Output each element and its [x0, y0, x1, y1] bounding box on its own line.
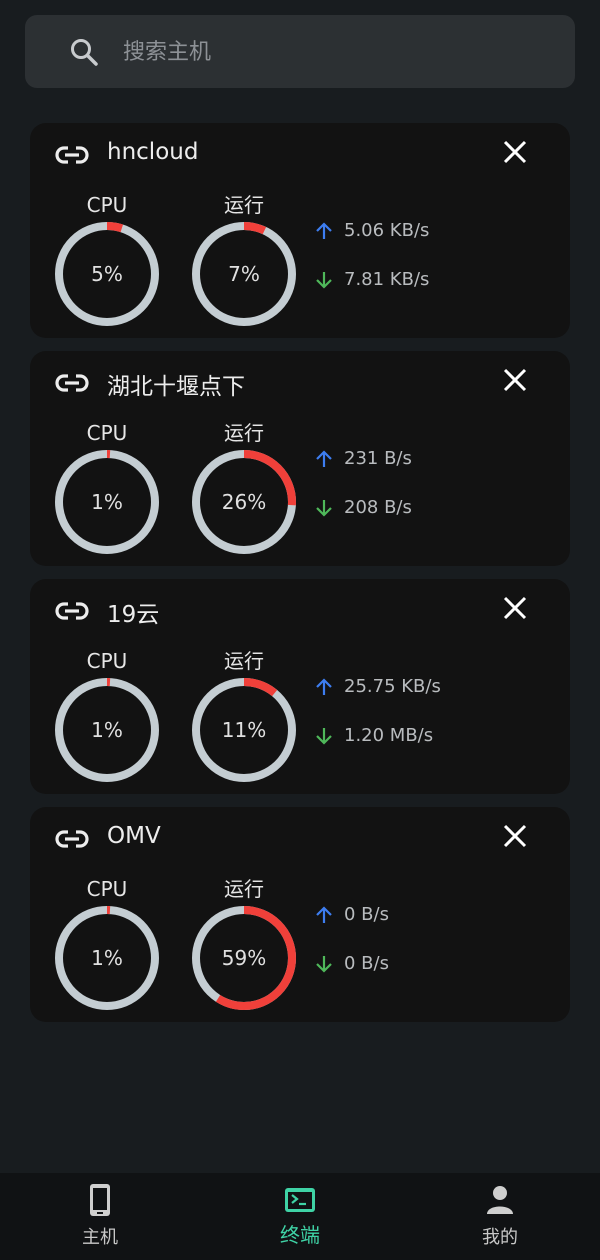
cpu-gauge: CPU 1% — [52, 647, 162, 785]
host-card[interactable]: hncloud CPU 5% 运行 7% 5.06 KB/s 7.81 KB/s — [30, 123, 570, 338]
run-gauge: 运行 11% — [189, 647, 299, 785]
cpu-ring-wrap: 1% — [52, 675, 162, 785]
nav-tab-label: 终端 — [280, 1223, 320, 1247]
cpu-gauge: CPU 5% — [52, 191, 162, 329]
host-name: 湖北十堰点下 — [107, 374, 245, 400]
arrow-up-icon — [314, 221, 334, 241]
run-gauge: 运行 26% — [189, 419, 299, 557]
search-icon — [69, 37, 99, 67]
run-percent: 11% — [221, 718, 267, 742]
cpu-percent: 1% — [91, 718, 123, 742]
run-percent: 59% — [221, 946, 267, 970]
host-card[interactable]: OMV CPU 1% 运行 59% 0 B/s 0 B/s — [30, 807, 570, 1022]
run-ring-wrap: 59% — [189, 903, 299, 1013]
cpu-percent: 1% — [91, 946, 123, 970]
run-gauge: 运行 59% — [189, 875, 299, 1013]
phone-icon — [84, 1183, 116, 1217]
cpu-gauge: CPU 1% — [52, 419, 162, 557]
upload-value: 25.75 KB/s — [344, 676, 441, 697]
close-icon — [503, 140, 527, 164]
arrow-down-icon — [314, 270, 334, 290]
run-ring-wrap: 11% — [189, 675, 299, 785]
nav-tab-label: 主机 — [82, 1227, 118, 1248]
cpu-label: CPU — [86, 193, 128, 217]
download-value: 208 B/s — [344, 497, 412, 518]
close-icon — [503, 824, 527, 848]
cpu-ring-wrap: 5% — [52, 219, 162, 329]
run-label: 运行 — [224, 649, 264, 673]
cpu-percent: 1% — [91, 490, 123, 514]
run-percent: 7% — [228, 262, 260, 286]
search-bar[interactable] — [25, 15, 575, 88]
run-gauge: 运行 7% — [189, 191, 299, 329]
host-card[interactable]: 湖北十堰点下 CPU 1% 运行 26% 231 B/s 208 B/s — [30, 351, 570, 566]
link-icon — [55, 828, 89, 850]
nav-tab-label: 我的 — [482, 1227, 518, 1248]
app-screen: hncloud CPU 5% 运行 7% 5.06 KB/s 7.81 KB/s 湖北十堰点下… — [0, 0, 600, 1260]
remove-host-button[interactable] — [500, 593, 530, 623]
nav-tab-mine[interactable]: 我的 — [400, 1173, 600, 1260]
cpu-gauge: CPU 1% — [52, 875, 162, 1013]
run-label: 运行 — [224, 877, 264, 901]
arrow-down-icon — [314, 498, 334, 518]
arrow-up-icon — [314, 905, 334, 925]
host-name: 19云 — [107, 602, 160, 628]
cpu-ring-wrap: 1% — [52, 447, 162, 557]
cpu-label: CPU — [86, 877, 128, 901]
person-icon — [484, 1183, 516, 1217]
cpu-label: CPU — [86, 649, 128, 673]
bottom-navigation: 主机 终端 我的 — [0, 1173, 600, 1260]
arrow-up-icon — [314, 449, 334, 469]
cpu-ring-wrap: 1% — [52, 903, 162, 1013]
search-input[interactable] — [123, 33, 543, 71]
link-icon — [55, 372, 89, 394]
cpu-percent: 5% — [91, 262, 123, 286]
upload-value: 0 B/s — [344, 904, 389, 925]
nav-tab-terminal[interactable]: 终端 — [200, 1173, 400, 1260]
remove-host-button[interactable] — [500, 365, 530, 395]
close-icon — [503, 368, 527, 392]
host-name: OMV — [107, 823, 161, 849]
run-label: 运行 — [224, 421, 264, 445]
run-ring-wrap: 7% — [189, 219, 299, 329]
download-value: 1.20 MB/s — [344, 725, 434, 746]
close-icon — [503, 596, 527, 620]
run-percent: 26% — [221, 490, 267, 514]
run-ring-wrap: 26% — [189, 447, 299, 557]
host-name: hncloud — [107, 139, 199, 165]
arrow-down-icon — [314, 726, 334, 746]
host-card[interactable]: 19云 CPU 1% 运行 11% 25.75 KB/s 1.20 MB/s — [30, 579, 570, 794]
upload-value: 231 B/s — [344, 448, 412, 469]
link-icon — [55, 600, 89, 622]
remove-host-button[interactable] — [500, 137, 530, 167]
run-label: 运行 — [224, 193, 264, 217]
download-value: 7.81 KB/s — [344, 269, 430, 290]
arrow-down-icon — [314, 954, 334, 974]
nav-tab-hosts[interactable]: 主机 — [0, 1173, 200, 1260]
download-value: 0 B/s — [344, 953, 389, 974]
arrow-up-icon — [314, 677, 334, 697]
cpu-label: CPU — [86, 421, 128, 445]
remove-host-button[interactable] — [500, 821, 530, 851]
terminal-icon — [284, 1183, 316, 1217]
link-icon — [55, 144, 89, 166]
upload-value: 5.06 KB/s — [344, 220, 430, 241]
